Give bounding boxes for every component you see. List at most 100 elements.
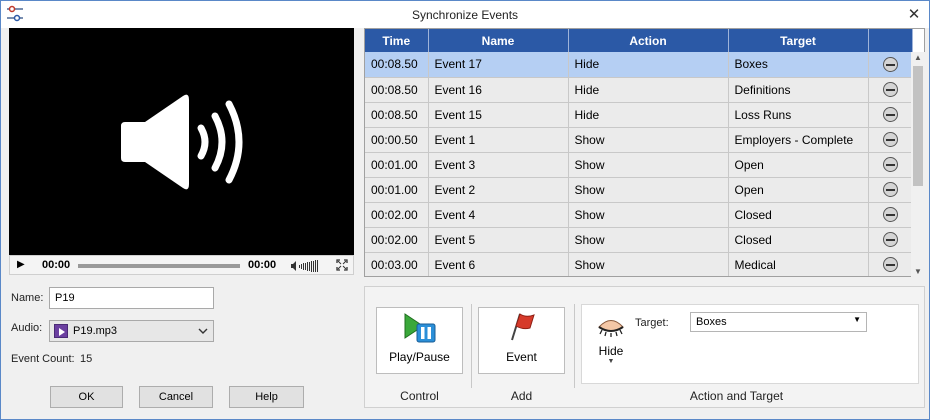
cell-target: Medical — [728, 252, 869, 276]
table-scrollbar[interactable]: ▲ ▼ — [911, 52, 925, 277]
eye-closed-icon — [598, 320, 624, 337]
group-separator — [471, 304, 472, 388]
flag-icon — [511, 313, 535, 341]
remove-event-icon[interactable] — [882, 157, 898, 173]
cell-target: Open — [728, 152, 869, 178]
cell-time: 00:00.50 — [365, 127, 429, 153]
cell-action: Hide — [568, 77, 729, 103]
table-row[interactable]: 00:03.00 Event 6 Show Medical — [365, 252, 913, 276]
cell-action: Show — [568, 152, 729, 178]
table-row[interactable]: 00:02.00 Event 4 Show Closed — [365, 202, 913, 228]
close-icon[interactable]: ✕ — [899, 1, 929, 28]
title-bar: Synchronize Events ✕ — [1, 1, 929, 28]
cell-target: Definitions — [728, 77, 869, 103]
table-row[interactable]: 00:01.00 Event 3 Show Open — [365, 152, 913, 178]
cell-target: Employers - Complete — [728, 127, 869, 153]
hide-action-button[interactable]: Hide ▼ — [591, 317, 631, 373]
cell-target: Closed — [728, 202, 869, 228]
volume-icon[interactable] — [291, 260, 323, 272]
audio-file-icon — [54, 324, 68, 338]
table-row[interactable]: 00:00.50 Event 1 Show Employers - Comple… — [365, 127, 913, 153]
remove-event-icon[interactable] — [882, 132, 898, 148]
table-row[interactable]: 00:02.00 Event 5 Show Closed — [365, 227, 913, 253]
cancel-button[interactable]: Cancel — [139, 386, 213, 408]
synchronize-events-dialog: Synchronize Events ✕ ▶ 00:00 00:00 Name: — [0, 0, 930, 420]
chevron-down-icon[interactable]: ▼ — [911, 267, 925, 276]
chevron-down-icon: ▼ — [607, 358, 615, 365]
cell-name: Event 3 — [428, 152, 569, 178]
remove-event-icon[interactable] — [882, 232, 898, 248]
speaker-icon — [121, 94, 243, 190]
window-title: Synchronize Events — [411, 8, 519, 22]
current-time: 00:00 — [42, 259, 71, 271]
cell-action: Show — [568, 252, 729, 276]
cell-time: 00:03.00 — [365, 252, 429, 276]
column-header-action[interactable]: Action — [568, 29, 729, 52]
chevron-down-icon: ▼ — [853, 315, 861, 324]
cell-time: 00:02.00 — [365, 202, 429, 228]
cell-action: Show — [568, 127, 729, 153]
cell-time: 00:08.50 — [365, 77, 429, 103]
event-count-label: Event Count: — [11, 353, 75, 365]
play-icon[interactable]: ▶ — [17, 259, 25, 270]
group-separator — [574, 304, 575, 388]
name-input[interactable] — [49, 287, 214, 309]
audio-label: Audio: — [11, 322, 43, 334]
scrollbar-thumb[interactable] — [913, 66, 923, 186]
cell-time: 00:08.50 — [365, 52, 429, 78]
hide-label: Hide — [598, 344, 624, 358]
cell-action: Hide — [568, 52, 729, 78]
cell-name: Event 2 — [428, 177, 569, 203]
table-row[interactable]: 00:08.50 Event 15 Hide Loss Runs — [365, 102, 913, 128]
name-label: Name: — [11, 292, 44, 304]
cell-name: Event 16 — [428, 77, 569, 103]
cell-name: Event 4 — [428, 202, 569, 228]
target-select[interactable]: Boxes ▼ — [690, 312, 867, 332]
target-label: Target: — [635, 317, 669, 329]
cell-name: Event 15 — [428, 102, 569, 128]
add-event-button[interactable]: Event — [478, 307, 565, 374]
remove-event-icon[interactable] — [882, 56, 898, 72]
cell-action: Show — [568, 202, 729, 228]
remove-event-icon[interactable] — [882, 257, 898, 273]
cell-target: Loss Runs — [728, 102, 869, 128]
audio-select[interactable]: P19.mp3 — [49, 320, 214, 342]
table-row[interactable]: 00:01.00 Event 2 Show Open — [365, 177, 913, 203]
cell-target: Boxes — [728, 52, 869, 78]
remove-event-icon[interactable] — [882, 107, 898, 123]
events-table: Time Name Action Target 00:08.50 Event 1… — [364, 28, 925, 277]
fullscreen-icon[interactable] — [336, 259, 348, 271]
remove-event-icon[interactable] — [882, 82, 898, 98]
chevron-down-icon — [198, 328, 208, 334]
column-header-delete — [868, 29, 913, 52]
column-header-name[interactable]: Name — [428, 29, 569, 52]
table-row[interactable]: 00:08.50 Event 17 Hide Boxes — [365, 52, 913, 78]
table-header: Time Name Action Target — [365, 29, 913, 52]
chevron-up-icon[interactable]: ▲ — [911, 53, 925, 62]
cell-target: Open — [728, 177, 869, 203]
play-pause-icon — [404, 313, 436, 343]
seek-bar[interactable] — [78, 264, 240, 268]
group-label-action-target: Action and Target — [689, 389, 784, 403]
remove-event-icon[interactable] — [882, 207, 898, 223]
event-count-value: 15 — [80, 353, 93, 365]
cell-target: Closed — [728, 227, 869, 253]
target-value: Boxes — [696, 316, 727, 328]
help-button[interactable]: Help — [229, 386, 304, 408]
cell-action: Show — [568, 177, 729, 203]
cell-time: 00:02.00 — [365, 227, 429, 253]
column-header-time[interactable]: Time — [365, 29, 429, 52]
play-pause-label: Play/Pause — [389, 350, 450, 364]
cell-time: 00:01.00 — [365, 152, 429, 178]
cell-time: 00:01.00 — [365, 177, 429, 203]
event-label: Event — [506, 350, 537, 364]
media-controls: ▶ 00:00 00:00 — [9, 255, 354, 275]
table-row[interactable]: 00:08.50 Event 16 Hide Definitions — [365, 77, 913, 103]
cell-name: Event 1 — [428, 127, 569, 153]
remove-event-icon[interactable] — [882, 182, 898, 198]
group-label-add: Add — [510, 389, 533, 403]
column-header-target[interactable]: Target — [728, 29, 869, 52]
cell-action: Show — [568, 227, 729, 253]
play-pause-button[interactable]: Play/Pause — [376, 307, 463, 374]
ok-button[interactable]: OK — [50, 386, 123, 408]
